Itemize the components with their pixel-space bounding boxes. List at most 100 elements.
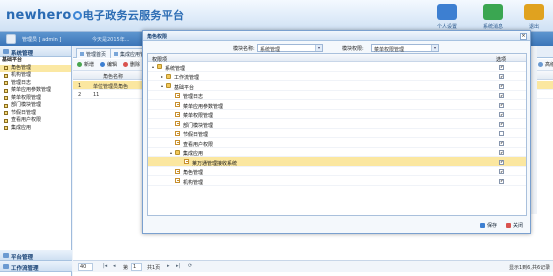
add-button[interactable]: 新增 bbox=[77, 61, 94, 68]
current-user: 管理员 [ admin ] bbox=[22, 37, 62, 43]
sidebar-item[interactable]: 集成应用 bbox=[0, 125, 71, 133]
sidebar-panel-workflow[interactable]: 工作流管理 bbox=[0, 261, 72, 272]
expand-toggle-icon[interactable]: ▴ bbox=[161, 84, 165, 88]
permission-checkbox[interactable] bbox=[499, 140, 504, 146]
page-icon bbox=[184, 159, 189, 164]
tree-row[interactable]: 机构管理 bbox=[148, 176, 526, 186]
module-name-value: 系统管理 bbox=[260, 46, 281, 53]
tree-row[interactable]: ▴ 基础平台 bbox=[148, 81, 526, 91]
expand-toggle-icon[interactable]: ▴ bbox=[170, 150, 174, 155]
search-icon bbox=[538, 62, 543, 67]
expand-toggle-icon[interactable]: ▴ bbox=[152, 65, 156, 69]
permission-checkbox[interactable] bbox=[499, 83, 504, 89]
module-perm-select[interactable]: 菜单权限管理 ▾ bbox=[371, 43, 439, 53]
sidebar-panel-platform[interactable]: 平台管理 bbox=[0, 250, 72, 261]
system-message-label[interactable]: 系统消息 bbox=[475, 23, 511, 30]
edit-button[interactable]: 编辑 bbox=[100, 61, 117, 68]
tree-row[interactable]: 菜单权限管理 bbox=[148, 110, 526, 119]
module-name-select[interactable]: 系统管理 ▾ bbox=[257, 43, 323, 53]
prev-page-button[interactable]: ◂ bbox=[113, 263, 116, 269]
permission-checkbox[interactable] bbox=[499, 112, 504, 117]
dialog-title-bar: 角色权限 × bbox=[143, 31, 530, 41]
permission-checkbox[interactable] bbox=[499, 150, 504, 155]
exit-label[interactable]: 退出 bbox=[516, 23, 552, 30]
permission-tree: ▴ 系统管理 ▸ 工作流管理 ▴ 基础平台管理日志菜单应用参数管理菜单权限管理部门模块管理… bbox=[148, 62, 526, 186]
tree-row[interactable]: 查看用户权限 bbox=[148, 138, 526, 148]
sidebar-item-label: 机构管理 bbox=[11, 72, 32, 78]
tree-row[interactable]: 菜单应用参数管理 bbox=[148, 100, 526, 110]
sidebar-item[interactable]: 机构管理 bbox=[0, 72, 71, 80]
permission-checkbox[interactable] bbox=[499, 131, 504, 136]
logo-en: newhero bbox=[6, 8, 72, 23]
next-page-button[interactable]: ▸ bbox=[167, 263, 170, 269]
system-message-icon[interactable] bbox=[483, 4, 503, 20]
pager-info: 显示1到6,共6记录 bbox=[509, 265, 551, 271]
tree-row[interactable]: 角色管理 bbox=[148, 167, 526, 176]
sidebar-item-label: 角色管理 bbox=[11, 64, 32, 71]
sidebar-panel-system[interactable]: 系统管理 bbox=[0, 46, 71, 57]
tree-node-label: 机构管理 bbox=[183, 179, 204, 186]
grid-col-role-name[interactable]: 角色名称 bbox=[103, 73, 123, 80]
sidebar-item-label: 基础平台 bbox=[2, 57, 23, 63]
folder-icon bbox=[157, 64, 162, 69]
expand-toggle-icon[interactable]: ▸ bbox=[161, 74, 165, 79]
refresh-icon[interactable]: ⟳ bbox=[188, 263, 192, 269]
permission-checkbox[interactable] bbox=[499, 121, 504, 127]
grid-scrollbar[interactable] bbox=[531, 46, 537, 214]
sidebar-item[interactable]: 菜单权限管理 bbox=[0, 95, 71, 103]
module-name-label: 模块名称: bbox=[233, 46, 255, 52]
personal-settings-icon[interactable] bbox=[437, 4, 457, 20]
delete-label: 删除 bbox=[130, 62, 141, 68]
tree-node-label: 基础平台 bbox=[174, 84, 195, 91]
permission-checkbox[interactable] bbox=[499, 169, 504, 174]
sidebar-item[interactable]: 角色管理 bbox=[0, 64, 71, 72]
exit-icon[interactable] bbox=[524, 4, 544, 20]
permission-checkbox[interactable] bbox=[499, 159, 504, 165]
tree-node-label: 集成应用 bbox=[183, 151, 204, 157]
save-label: 保存 bbox=[487, 223, 498, 229]
edit-label: 编辑 bbox=[107, 62, 118, 68]
page-number-input[interactable]: 1 bbox=[131, 263, 143, 271]
tree-row[interactable]: 节假日管理 bbox=[148, 129, 526, 138]
tree-row[interactable]: ▴ 系统管理 bbox=[148, 62, 526, 72]
permission-checkbox[interactable] bbox=[499, 64, 504, 70]
close-button[interactable]: 关闭 bbox=[505, 221, 524, 229]
page-total: 共1页 bbox=[147, 265, 161, 271]
avatar bbox=[6, 34, 16, 44]
permission-checkbox[interactable] bbox=[499, 178, 504, 184]
page-icon bbox=[175, 168, 180, 174]
tree-node-label: 菜单应用参数管理 bbox=[183, 103, 224, 110]
sidebar-item[interactable]: 管理日志 bbox=[0, 80, 71, 88]
permission-checkbox[interactable] bbox=[499, 93, 504, 98]
sidebar-item-label: 菜单应用参数管理 bbox=[11, 87, 52, 93]
tree-row[interactable]: ▸ 工作流管理 bbox=[148, 72, 526, 81]
tree-node-label: 查看用户权限 bbox=[183, 141, 214, 148]
folder-icon bbox=[166, 73, 171, 79]
tree-row[interactable]: 管理日志 bbox=[148, 91, 526, 100]
sidebar-item[interactable]: 部门模块管理 bbox=[0, 102, 71, 110]
sidebar-item-label: 菜单权限管理 bbox=[11, 94, 42, 101]
tree-node-label: 菜单权限管理 bbox=[183, 113, 214, 119]
last-page-button[interactable]: ▸| bbox=[176, 263, 180, 269]
tree-row[interactable]: 莱万通管理接收系统 bbox=[148, 157, 526, 167]
page-label: 第 bbox=[123, 265, 129, 271]
personal-settings-label[interactable]: 个人设置 bbox=[429, 23, 465, 30]
tab-home[interactable]: 管理首页 bbox=[76, 48, 112, 58]
save-button[interactable]: 保存 bbox=[479, 221, 498, 229]
edit-icon bbox=[100, 62, 105, 67]
tree-row[interactable]: ▴ 集成应用 bbox=[148, 148, 526, 157]
permission-checkbox[interactable] bbox=[499, 74, 504, 79]
advanced-search-button[interactable]: 高级 bbox=[538, 61, 553, 68]
page-size-select[interactable]: 40 bbox=[78, 263, 94, 271]
permission-checkbox[interactable] bbox=[499, 102, 504, 108]
sidebar-item[interactable]: 菜单应用参数管理 bbox=[0, 87, 71, 95]
tree-row[interactable]: 部门模块管理 bbox=[148, 119, 526, 129]
first-page-button[interactable]: |◂ bbox=[103, 263, 107, 269]
close-icon[interactable]: × bbox=[520, 32, 527, 40]
advanced-label: 高级 bbox=[545, 62, 553, 68]
sidebar-item[interactable]: 节假日管理 bbox=[0, 110, 71, 118]
tree-node-label: 工作流管理 bbox=[174, 75, 200, 81]
sidebar-item[interactable]: 基础平台 bbox=[0, 57, 71, 65]
sidebar-item[interactable]: 查看用户权限 bbox=[0, 117, 71, 125]
delete-button[interactable]: 删除 bbox=[123, 61, 140, 68]
